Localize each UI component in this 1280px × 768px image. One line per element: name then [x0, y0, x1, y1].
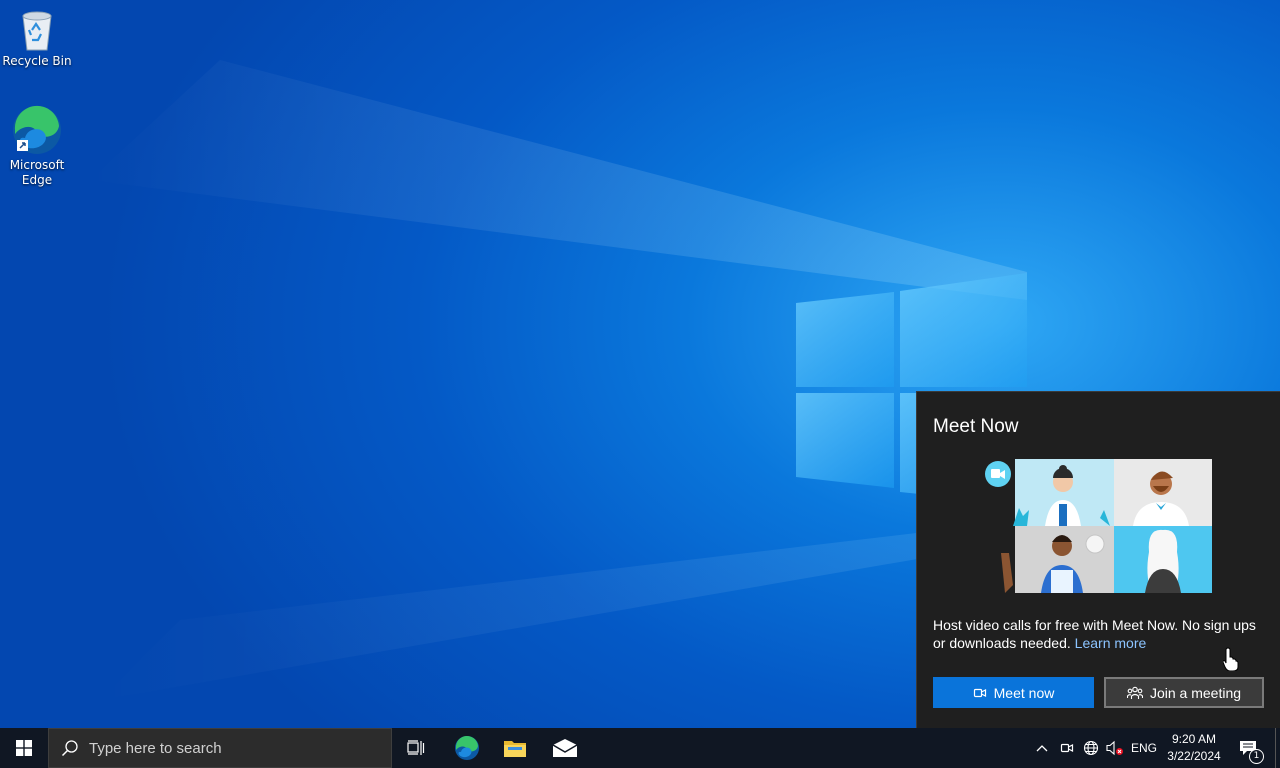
meet-now-flyout: Meet Now Host video calls for free with … — [916, 391, 1280, 728]
start-button[interactable] — [0, 728, 48, 768]
clock-date: 3/22/2024 — [1167, 749, 1221, 763]
windows-logo-icon — [16, 740, 32, 756]
taskbar: Type here to search ENG 9:20 AM 3/22/202… — [0, 728, 1280, 768]
taskbar-search-box[interactable]: Type here to search — [48, 728, 392, 768]
language-indicator[interactable]: ENG — [1128, 728, 1160, 768]
chevron-up-icon — [1036, 745, 1048, 752]
video-camera-icon — [1060, 743, 1074, 753]
learn-more-link[interactable]: Learn more — [1075, 635, 1147, 651]
flyout-description: Host video calls for free with Meet Now.… — [933, 616, 1269, 652]
desktop-icon-label: Recycle Bin — [2, 54, 72, 68]
desktop-icon-label: Microsoft Edge — [9, 158, 65, 187]
desktop-icon-recycle-bin[interactable]: Recycle Bin — [0, 8, 74, 69]
hand-cursor-icon — [1223, 647, 1239, 671]
join-meeting-label: Join a meeting — [1149, 684, 1242, 701]
search-icon — [61, 740, 78, 757]
taskbar-file-explorer-button[interactable] — [491, 728, 539, 768]
meet-now-tray-button[interactable] — [1057, 728, 1077, 768]
meet-now-illustration — [985, 459, 1212, 593]
meet-now-button[interactable]: Meet now — [933, 677, 1094, 708]
taskbar-edge-button[interactable] — [443, 728, 491, 768]
network-button[interactable] — [1080, 728, 1102, 768]
join-meeting-button[interactable]: Join a meeting — [1104, 677, 1264, 708]
meet-now-label: Meet now — [993, 684, 1055, 701]
globe-network-icon — [1083, 740, 1099, 756]
edge-icon — [13, 105, 61, 154]
desktop-icon-edge[interactable]: Microsoft Edge — [0, 104, 74, 188]
show-desktop-button[interactable] — [1275, 728, 1276, 768]
recycle-bin-icon — [22, 11, 52, 51]
notification-count-badge: 1 — [1249, 749, 1264, 764]
taskbar-clock[interactable]: 9:20 AM 3/22/2024 — [1164, 731, 1224, 765]
video-camera-icon — [973, 688, 986, 697]
people-group-icon — [1126, 686, 1143, 699]
volume-muted-icon — [1106, 740, 1123, 756]
file-explorer-icon — [504, 741, 526, 757]
show-hidden-icons-button[interactable] — [1032, 728, 1052, 768]
volume-button[interactable] — [1104, 728, 1126, 768]
clock-time: 9:20 AM — [1171, 732, 1217, 746]
search-placeholder: Type here to search — [89, 739, 222, 757]
task-view-button[interactable] — [392, 728, 440, 768]
flyout-title: Meet Now — [933, 416, 1019, 437]
edge-icon — [455, 735, 479, 760]
mail-icon — [552, 739, 578, 757]
task-view-icon — [407, 740, 425, 755]
taskbar-mail-button[interactable] — [541, 728, 589, 768]
